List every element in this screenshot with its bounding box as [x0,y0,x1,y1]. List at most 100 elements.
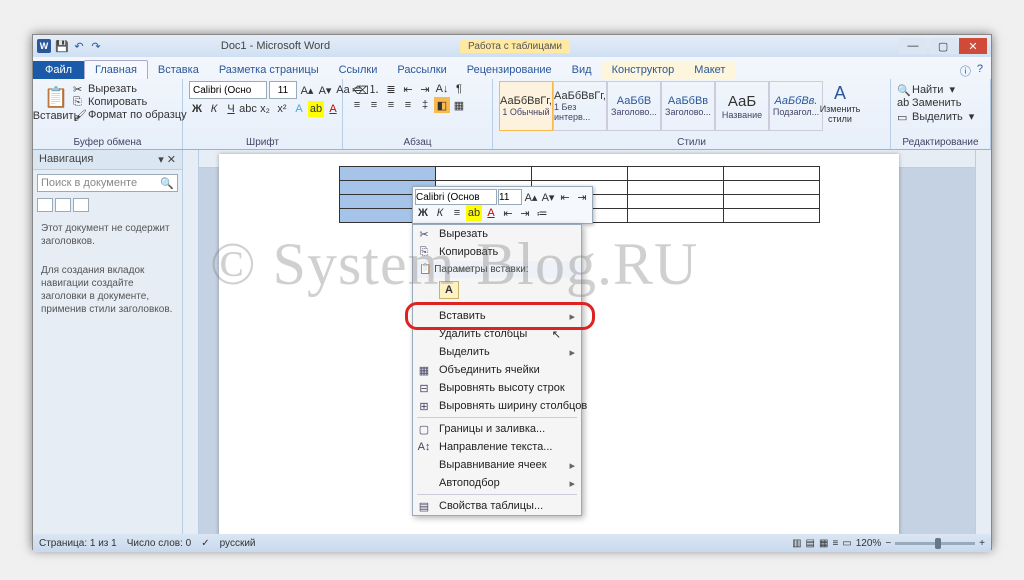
ctx-autofit[interactable]: Автоподбор [413,474,581,492]
font-color-icon[interactable]: A [325,101,341,117]
mini-outdent-icon[interactable]: ⇤ [557,189,573,205]
shading-icon[interactable]: ◧ [434,97,450,113]
mini-indent-icon[interactable]: ⇥ [574,189,590,205]
highlight-icon[interactable]: ab [308,101,324,117]
zoom-out-icon[interactable]: − [885,538,891,549]
styles-gallery[interactable]: АаБбВвГг,1 Обычный АаБбВвГг,1 Без интерв… [499,81,884,131]
mini-bullets-icon[interactable]: ≔ [534,205,550,221]
outdent-icon[interactable]: ⇤ [400,81,416,97]
superscript-icon[interactable]: x² [274,101,290,117]
ctx-cell-alignment[interactable]: Выравнивание ячеек [413,456,581,474]
format-painter-button[interactable]: 🖌Формат по образцу [73,109,187,121]
style-heading1[interactable]: АаБбВЗаголово... [607,81,661,131]
ctx-distribute-rows[interactable]: ⊟Выровнять высоту строк [413,379,581,397]
view-print-icon[interactable]: ▥ [792,538,801,549]
italic-icon[interactable]: К [206,101,222,117]
tab-mailings[interactable]: Рассылки [387,61,456,79]
close-button[interactable]: ✕ [959,38,987,54]
align-right-icon[interactable]: ≡ [383,97,399,113]
save-icon[interactable]: 💾 [55,39,69,53]
vertical-scrollbar[interactable] [975,150,991,534]
language[interactable]: русский [220,538,256,549]
nav-close-icon[interactable]: ▾ ✕ [158,153,176,166]
style-nospacing[interactable]: АаБбВвГг,1 Без интерв... [553,81,607,131]
style-heading2[interactable]: АаБбВвЗаголово... [661,81,715,131]
mini-fontcolor-icon[interactable]: A [483,205,499,221]
font-size-combo[interactable] [269,81,297,99]
shrink-font-icon[interactable]: A▾ [317,82,333,98]
select-button[interactable]: ▭Выделить ▾ [897,110,984,123]
multilevel-icon[interactable]: ≣ [383,81,399,97]
nav-tab-headings[interactable] [37,198,53,212]
minimize-ribbon-icon[interactable]: ⓘ [960,63,971,79]
justify-icon[interactable]: ≡ [400,97,416,113]
bold-icon[interactable]: Ж [189,101,205,117]
zoom-in-icon[interactable]: + [979,538,985,549]
tab-review[interactable]: Рецензирование [457,61,562,79]
page-number[interactable]: Страница: 1 из 1 [39,538,117,549]
ctx-distribute-cols[interactable]: ⊞Выровнять ширину столбцов [413,397,581,415]
ctx-delete-columns[interactable]: Удалить столбцы↖ [413,325,581,343]
mini-font-combo[interactable] [415,189,497,205]
view-web-icon[interactable]: ▦ [819,538,828,549]
mini-grow-icon[interactable]: A▴ [523,189,539,205]
tab-table-design[interactable]: Конструктор [602,61,685,79]
mini-shrink-icon[interactable]: A▾ [540,189,556,205]
search-input[interactable]: Поиск в документе🔍 [37,174,178,192]
tab-view[interactable]: Вид [562,61,602,79]
tab-insert[interactable]: Вставка [148,61,209,79]
tab-layout[interactable]: Разметка страницы [209,61,329,79]
line-spacing-icon[interactable]: ‡ [417,97,433,113]
minimize-button[interactable]: — [899,38,927,54]
sort-icon[interactable]: A↓ [434,81,450,97]
ctx-paste-option[interactable]: A [413,278,581,302]
tab-table-layout[interactable]: Макет [684,61,735,79]
maximize-button[interactable]: ▢ [929,38,957,54]
text-effects-icon[interactable]: A [291,101,307,117]
mini-align-icon[interactable]: ≡ [449,205,465,221]
indent-icon[interactable]: ⇥ [417,81,433,97]
ctx-insert[interactable]: Вставить [413,307,581,325]
paste-button[interactable]: 📋 Вставить [39,81,73,125]
ctx-borders-shading[interactable]: ▢Границы и заливка... [413,420,581,438]
tab-file[interactable]: Файл [33,61,84,79]
style-subtitle[interactable]: АаБбВв.Подзагол... [769,81,823,131]
cut-button[interactable]: ✂Вырезать [73,83,187,95]
find-button[interactable]: 🔍Найти ▾ [897,83,984,96]
help-icon[interactable]: ? [977,63,983,79]
view-read-icon[interactable]: ▤ [806,538,815,549]
mini-indent2-icon[interactable]: ⇥ [517,205,533,221]
ctx-copy[interactable]: ⎘Копировать [413,243,581,261]
copy-button[interactable]: ⎘Копировать [73,96,187,108]
borders-icon[interactable]: ▦ [451,97,467,113]
word-count[interactable]: Число слов: 0 [127,538,191,549]
zoom-level[interactable]: 120% [856,538,882,549]
bullets-icon[interactable]: ≔ [349,81,365,97]
view-draft-icon[interactable]: ▭ [842,538,851,549]
ctx-merge-cells[interactable]: ▦Объединить ячейки [413,361,581,379]
mini-size-combo[interactable] [498,189,522,205]
style-title[interactable]: АаБНазвание [715,81,769,131]
ctx-text-direction[interactable]: A↕Направление текста... [413,438,581,456]
undo-icon[interactable]: ↶ [72,39,86,53]
grow-font-icon[interactable]: A▴ [299,82,315,98]
nav-tab-pages[interactable] [55,198,71,212]
numbering-icon[interactable]: ⒈ [366,81,382,97]
align-center-icon[interactable]: ≡ [366,97,382,113]
underline-icon[interactable]: Ч [223,101,239,117]
font-name-combo[interactable] [189,81,267,99]
redo-icon[interactable]: ↷ [89,39,103,53]
subscript-icon[interactable]: x₂ [257,101,273,117]
tab-home[interactable]: Главная [84,60,148,79]
mini-italic-icon[interactable]: К [432,205,448,221]
strike-icon[interactable]: abc [240,101,256,117]
mini-outdent2-icon[interactable]: ⇤ [500,205,516,221]
style-normal[interactable]: АаБбВвГг,1 Обычный [499,81,553,131]
mini-highlight-icon[interactable]: ab [466,205,482,221]
zoom-slider[interactable] [895,542,975,545]
ctx-table-properties[interactable]: ▤Свойства таблицы... [413,497,581,515]
mini-bold-icon[interactable]: Ж [415,205,431,221]
change-styles-button[interactable]: AИзменить стили [823,81,857,125]
view-outline-icon[interactable]: ≡ [832,538,838,549]
replace-button[interactable]: abЗаменить [897,97,984,109]
